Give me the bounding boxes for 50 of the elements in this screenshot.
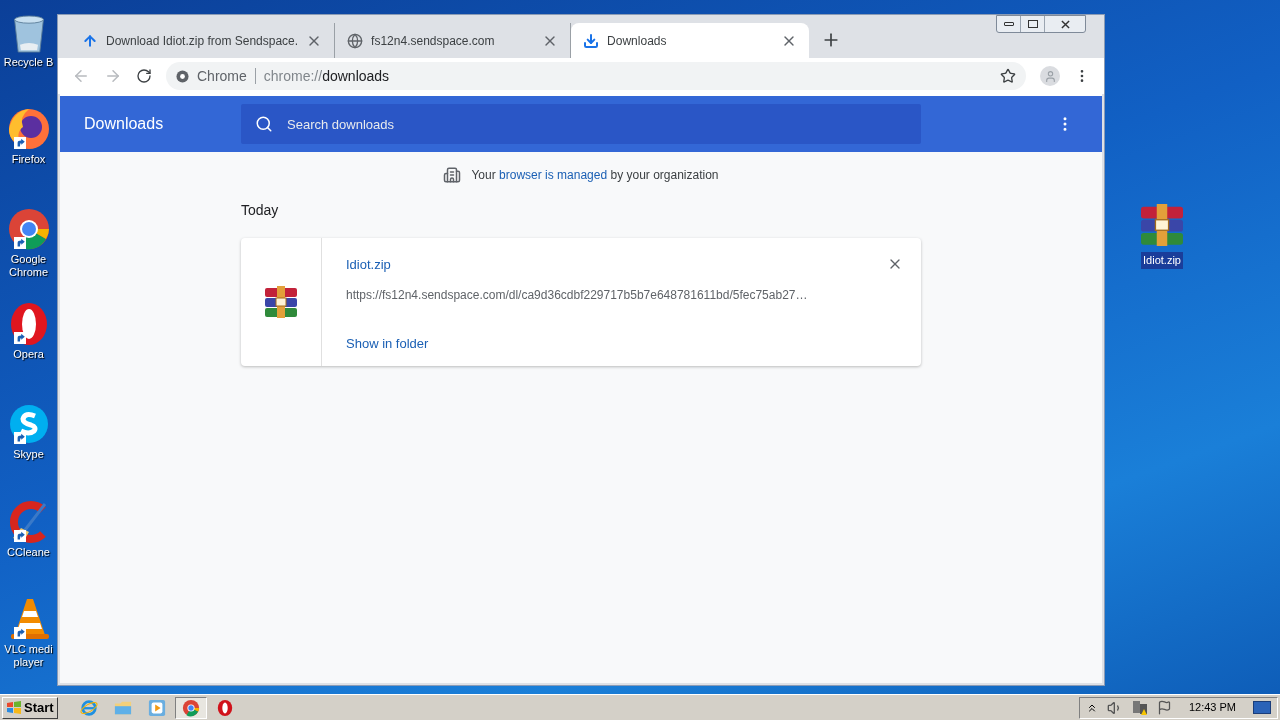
tab-title: fs12n4.sendspace.com [371, 32, 496, 50]
page-title: Downloads [84, 114, 165, 134]
media-player-icon [147, 698, 166, 717]
reload-icon[interactable] [136, 68, 152, 84]
building-icon [443, 166, 462, 184]
shortcut-arrow-icon [14, 432, 26, 444]
managed-link[interactable]: browser is managed [499, 168, 608, 182]
desktop-icon-label[interactable]: Skype [1, 448, 56, 461]
address-bar[interactable]: Chrome chrome://downloads [166, 62, 1026, 90]
url-text: chrome://downloads [263, 66, 390, 86]
upload-icon [82, 32, 98, 49]
desktop-icon-label[interactable]: VLC medi player [1, 643, 56, 669]
chrome-icon [181, 698, 200, 717]
network-warning-icon[interactable] [1131, 699, 1148, 716]
shortcut-arrow-icon [14, 627, 26, 639]
search-field[interactable]: Search downloads [241, 104, 921, 144]
shortcut-arrow-icon [14, 237, 26, 249]
shortcut-arrow-icon [14, 137, 26, 149]
taskbar-button[interactable] [174, 696, 207, 719]
shortcut-arrow-icon [14, 530, 26, 542]
file-name-link[interactable]: Idiot.zip [346, 255, 391, 275]
opera-icon [215, 698, 234, 717]
close-icon [1060, 19, 1070, 29]
tab-title: Downloads [607, 32, 668, 50]
show-in-folder-link[interactable]: Show in folder [346, 333, 429, 353]
globe-icon [347, 32, 364, 49]
file-url: https://fs12n4.sendspace.com/dl/ca9d36cdbf229717b5b7e648781611bd/5fec75ab27… [346, 286, 809, 304]
shortcut-arrow-icon [14, 332, 26, 344]
action-center-flag-icon[interactable] [1156, 700, 1172, 715]
windows-logo-icon [6, 699, 22, 716]
site-label: Chrome [197, 66, 247, 86]
desktop-icon-label[interactable]: CCleane [1, 546, 56, 559]
section-heading: Today [241, 201, 280, 220]
clock[interactable]: 12:43 PM [1188, 699, 1236, 716]
archive-icon [1139, 204, 1185, 246]
desktop-icon-label[interactable]: Recycle B [1, 56, 56, 69]
start-button[interactable]: Start [2, 696, 58, 719]
download-icon [583, 32, 600, 49]
bookmark-star-icon[interactable] [1000, 68, 1016, 84]
browser-tab[interactable]: Downloads [571, 23, 810, 58]
tab-title: Download Idiot.zip from Sendspace. [106, 32, 299, 50]
chrome-icon [176, 69, 189, 83]
archive-icon [264, 286, 298, 318]
desktop-icon-label[interactable]: Google Chrome [1, 253, 56, 279]
desktop-icon-label[interactable]: Idiot.zip [1141, 252, 1183, 269]
desktop-icon-label[interactable]: Firefox [1, 153, 56, 166]
managed-notice: Your browser is managed by your organization [471, 167, 719, 184]
internet-explorer-icon [79, 698, 98, 717]
search-icon [255, 115, 273, 133]
desktop-icon-label[interactable]: Opera [1, 348, 56, 361]
